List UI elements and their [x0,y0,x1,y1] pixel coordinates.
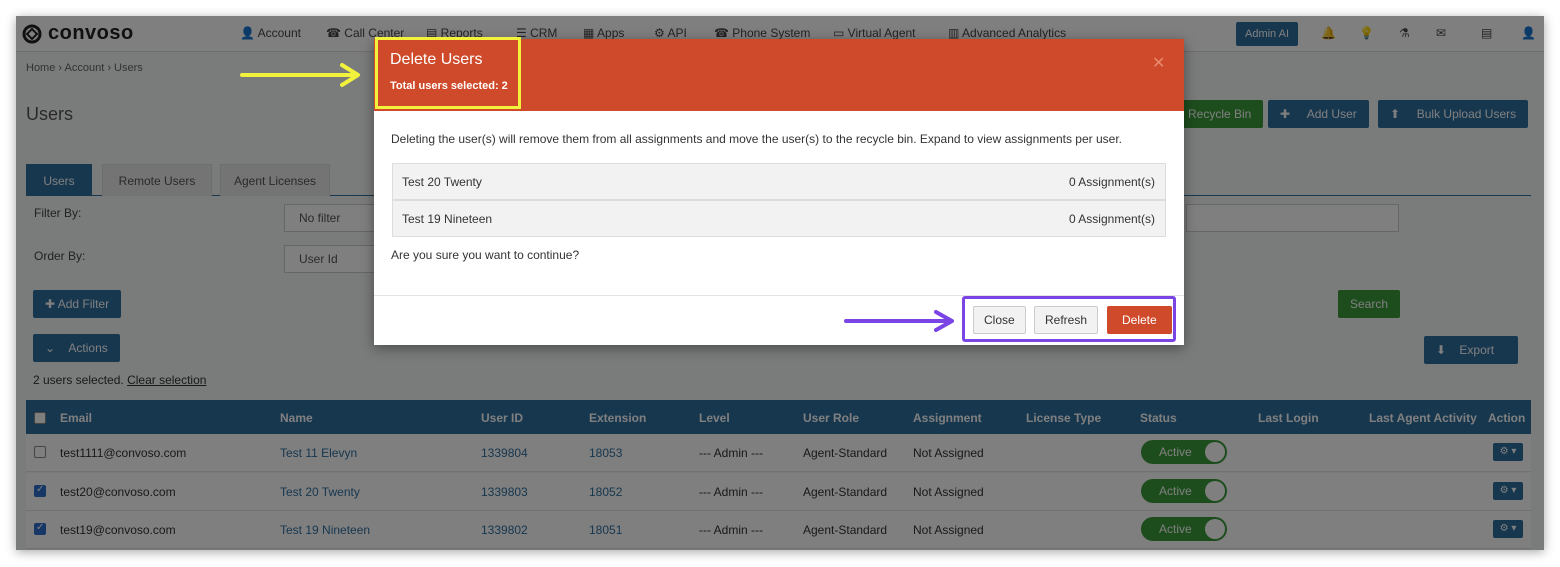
close-button[interactable]: Close [973,306,1026,334]
modal-description: Deleting the user(s) will remove them fr… [391,132,1122,146]
delete-button[interactable]: Delete [1107,306,1172,334]
delete-users-modal: Delete Users Total users selected: 2 ✕ D… [374,37,1184,345]
assignment-user-name: Test 20 Twenty [402,175,482,189]
modal-confirm-text: Are you sure you want to continue? [391,248,580,262]
assignment-count: 0 Assignment(s) [1068,212,1155,226]
app-window: convoso 👤 Account ☎ Call Center ▤ Report… [16,16,1544,550]
close-icon[interactable]: ✕ [1152,53,1165,73]
assignment-row[interactable]: Test 19 Nineteen 0 Assignment(s) [392,200,1166,237]
assignment-user-name: Test 19 Nineteen [402,212,493,226]
assignment-count: 0 Assignment(s) [1068,175,1155,189]
assignment-row[interactable]: Test 20 Twenty 0 Assignment(s) [392,163,1166,200]
modal-footer: Close Refresh Delete [374,295,1184,345]
highlight-box-yellow [375,37,521,109]
modal-header: Delete Users Total users selected: 2 ✕ [374,37,1184,111]
refresh-button[interactable]: Refresh [1034,306,1099,334]
